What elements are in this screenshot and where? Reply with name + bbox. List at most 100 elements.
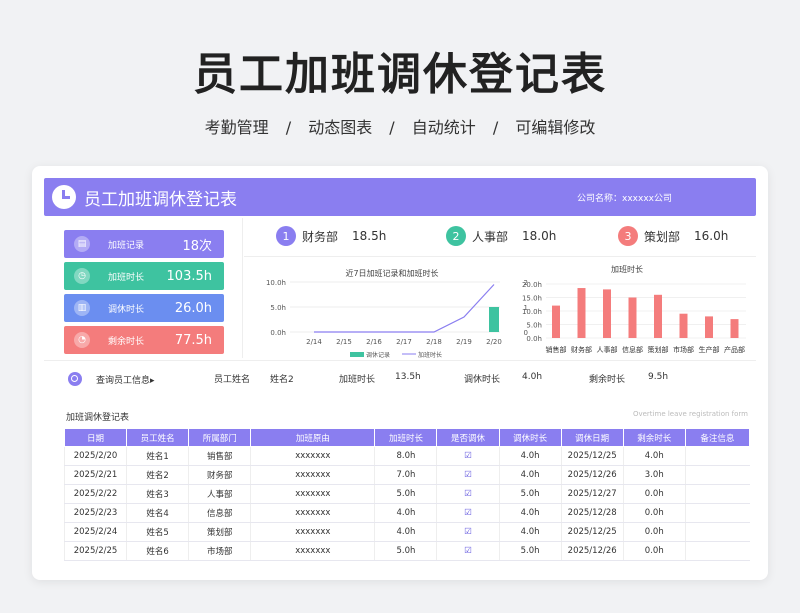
table-cell: xxxxxxx	[250, 503, 375, 523]
kpi-label: 加班记录	[108, 240, 145, 251]
clock-icon: ◷	[74, 268, 90, 284]
name-value[interactable]: 姓名2	[270, 372, 294, 385]
checkbox-icon[interactable]: ☑	[436, 522, 500, 542]
y-tick-label: 10.0h	[266, 279, 286, 287]
ot-label: 加班时长	[339, 375, 376, 385]
table-cell	[684, 446, 750, 466]
y-tick-label: 15.0h	[522, 295, 542, 303]
rank-badge: 3	[618, 226, 638, 246]
chart2-title: 加班时长	[611, 265, 643, 274]
x-tick-label: 生产部	[699, 345, 720, 354]
checkbox-icon[interactable]: ☑	[436, 503, 500, 523]
table-cell	[684, 484, 750, 504]
table-cell: 3.0h	[622, 465, 686, 485]
checkbox-icon[interactable]: ☑	[436, 446, 500, 466]
kpi-card: ▤ 加班记录 18次	[64, 230, 224, 258]
x-tick-label: 2/18	[426, 338, 442, 346]
table-row: 2025/2/25 姓名6 市场部 xxxxxxx 5.0h ☑ 5.0h 2025/12/2…	[63, 541, 750, 561]
bar	[628, 297, 637, 338]
column-header: 调休时长	[498, 428, 562, 447]
table-cell: 4.0h	[374, 522, 437, 542]
legend-swatch	[350, 352, 364, 357]
column-header: 所属部门	[188, 428, 252, 447]
checkbox-icon[interactable]: ☑	[436, 541, 500, 561]
dept-value: 18.0h	[522, 229, 557, 243]
search-icon[interactable]	[68, 372, 82, 386]
hero-sep-1: /	[285, 118, 292, 137]
table-cell: 销售部	[188, 446, 251, 466]
x-tick-label: 信息部	[622, 345, 643, 354]
column-header: 日期	[63, 428, 128, 447]
y-tick-label: 5.0h	[526, 322, 542, 330]
bar	[489, 307, 499, 332]
column-header: 加班时长	[374, 428, 438, 447]
company-label: 公司名称：xxxxxx公司	[577, 191, 672, 204]
kpi-label: 加班时长	[108, 272, 145, 283]
x-tick-label: 2/15	[336, 338, 352, 346]
table-cell: 姓名5	[126, 522, 189, 542]
checkbox-icon[interactable]: ☑	[436, 465, 500, 485]
table-cell: 姓名2	[126, 465, 189, 485]
x-tick-label: 2/17	[396, 338, 412, 346]
x-tick-label: 策划部	[648, 345, 669, 354]
rank-badge: 2	[446, 226, 466, 246]
table-cell: 0.0h	[622, 503, 686, 523]
table-cell: xxxxxxx	[250, 465, 375, 485]
kpi-value: 103.5h	[166, 268, 212, 284]
table-cell: 2025/2/22	[63, 484, 127, 504]
kpi-label: 剩余时长	[108, 336, 145, 347]
legend-label: 调休记录	[366, 351, 390, 359]
table-cell: 8.0h	[374, 446, 437, 466]
table-cell: 姓名4	[126, 503, 189, 523]
hero-subtitle: 考勤管理 / 动态图表 / 自动统计 / 可编辑修改	[0, 114, 800, 138]
table-cell: 7.0h	[374, 465, 437, 485]
table-cell: 2025/12/25	[560, 446, 624, 466]
x-tick-label: 市场部	[673, 345, 694, 354]
table-cell: 4.0h	[498, 522, 562, 542]
bar	[730, 319, 739, 338]
table-row: 2025/2/24 姓名5 策划部 xxxxxxx 4.0h ☑ 4.0h 2025/12/2…	[63, 522, 750, 542]
y-tick-label: 0.0h	[526, 335, 542, 343]
table-cell: 4.0h	[498, 446, 562, 466]
divider	[244, 256, 756, 257]
column-header: 调休日期	[560, 428, 624, 447]
table-cell	[684, 465, 750, 485]
table-row: 2025/2/22 姓名3 人事部 xxxxxxx 5.0h ☑ 5.0h 2025/12/2…	[63, 484, 750, 504]
hero-sub-3: 自动统计	[411, 118, 476, 137]
table-cell: 策划部	[188, 522, 251, 542]
table-cell: 5.0h	[498, 541, 562, 561]
bar	[679, 313, 688, 338]
bar	[577, 288, 586, 338]
rest-value: 4.0h	[522, 372, 543, 382]
kpi-value: 77.5h	[174, 332, 212, 348]
dept-value: 16.0h	[694, 229, 729, 243]
dept-rank-item: 1 财务部 18.5h	[276, 226, 386, 246]
table-cell	[684, 522, 750, 542]
x-tick-label: 2/20	[486, 338, 502, 346]
table-cell: 4.0h	[374, 503, 437, 523]
table-cell: 5.0h	[374, 541, 437, 561]
table-row: 2025/2/20 姓名1 销售部 xxxxxxx 8.0h ☑ 4.0h 2025/12/2…	[63, 446, 750, 466]
bar	[654, 294, 662, 338]
checkbox-icon[interactable]: ☑	[436, 484, 500, 504]
employee-query[interactable]: 查询员工信息▸	[68, 372, 155, 386]
table-cell: 0.0h	[622, 522, 686, 542]
bar-icon: ▥	[74, 300, 90, 316]
table-cell: 5.0h	[498, 484, 562, 504]
x-tick-label: 财务部	[571, 345, 592, 354]
table-cell: 2025/2/20	[63, 446, 127, 466]
table-cell: 姓名3	[126, 484, 189, 504]
table-cell: 2025/2/23	[63, 503, 127, 523]
table-cell: 2025/2/21	[63, 465, 127, 485]
ot-value: 13.5h	[395, 372, 421, 382]
remain-label: 剩余时长	[589, 375, 626, 385]
table-cell: 市场部	[188, 541, 251, 561]
chart-icon: ▤	[74, 236, 90, 252]
column-header: 加班原由	[250, 428, 376, 447]
query-label[interactable]: 查询员工信息▸	[96, 373, 155, 386]
rank-badge: 1	[276, 226, 296, 246]
kpi-card: ◷ 加班时长 103.5h	[64, 262, 224, 290]
kpi-card: ◔ 剩余时长 77.5h	[64, 326, 224, 354]
column-header: 剩余时长	[622, 428, 686, 447]
records-table: 日期 员工姓名 所属部门 加班原由 加班时长 是否调休 调休时长 调休日期 剩余时长 备注信息 2…	[63, 428, 751, 561]
